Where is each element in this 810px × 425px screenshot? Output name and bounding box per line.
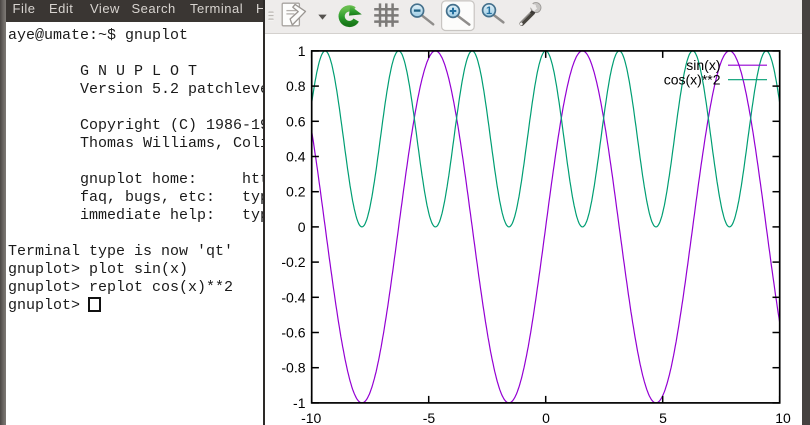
svg-text:5: 5 [659,410,667,425]
svg-text:0.4: 0.4 [286,149,306,165]
svg-text:-10: -10 [301,410,321,425]
svg-text:0.8: 0.8 [286,78,306,94]
svg-text:0.2: 0.2 [286,184,306,200]
svg-text:-5: -5 [423,410,436,425]
svg-text:1: 1 [486,5,492,17]
svg-text:10: 10 [775,410,791,425]
svg-text:cos(x)**2: cos(x)**2 [664,71,721,87]
svg-text:-0.6: -0.6 [281,325,305,341]
svg-text:-1: -1 [293,395,306,411]
svg-text:0: 0 [542,410,550,425]
svg-text:-0.8: -0.8 [281,360,305,376]
svg-text:-0.4: -0.4 [281,289,305,305]
svg-text:1: 1 [298,43,306,59]
svg-text:-0.2: -0.2 [281,254,305,270]
svg-text:0: 0 [298,219,306,235]
svg-text:0.6: 0.6 [286,113,306,129]
